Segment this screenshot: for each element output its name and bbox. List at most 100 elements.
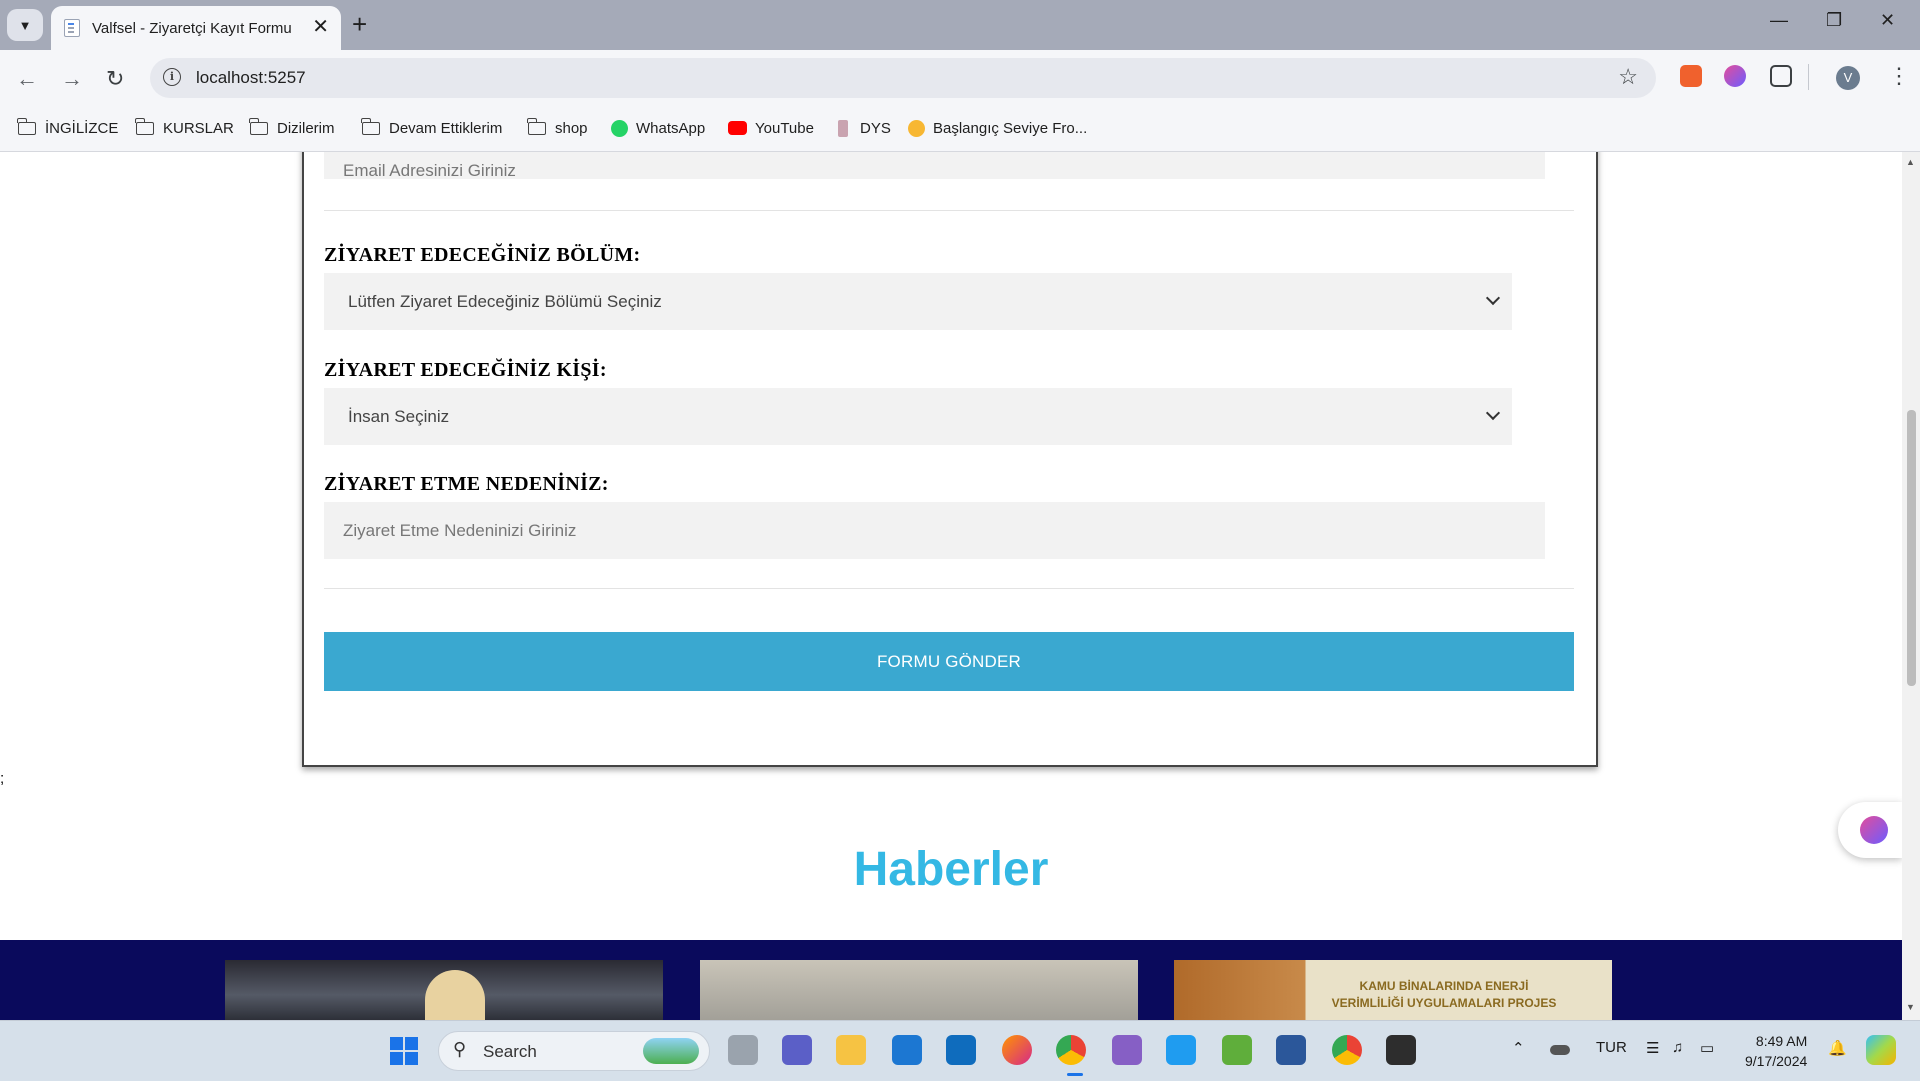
news-card-2[interactable] bbox=[700, 960, 1138, 1020]
bookmarks-bar: İNGİLİZCE KURSLAR Dizilerim Devam Ettikl… bbox=[0, 106, 1920, 152]
wifi-icon[interactable]: ☰ bbox=[1646, 1039, 1659, 1057]
close-window-icon[interactable]: ✕ bbox=[1880, 10, 1895, 31]
extension-orange-icon[interactable] bbox=[1680, 65, 1702, 87]
onedrive-icon[interactable] bbox=[1550, 1045, 1570, 1055]
file-explorer-icon[interactable] bbox=[836, 1035, 866, 1065]
folder-icon bbox=[361, 117, 380, 135]
volume-icon[interactable]: ♫ bbox=[1672, 1039, 1683, 1056]
bookmark-whatsapp[interactable]: WhatsApp bbox=[611, 116, 705, 140]
news-heading: Haberler bbox=[853, 843, 1049, 896]
system-clock[interactable]: 8:49 AM 9/17/2024 bbox=[1745, 1031, 1807, 1071]
visual-studio-icon[interactable] bbox=[1112, 1035, 1142, 1065]
terminal-icon[interactable] bbox=[1386, 1035, 1416, 1065]
word-icon[interactable] bbox=[1276, 1035, 1306, 1065]
teams-icon[interactable] bbox=[782, 1035, 812, 1065]
bookmark-shop[interactable]: shop bbox=[527, 116, 588, 140]
bookmark-dizilerim[interactable]: Dizilerim bbox=[249, 116, 335, 140]
mail-icon[interactable] bbox=[892, 1035, 922, 1065]
email-placeholder: Email Adresinizi Giriniz bbox=[343, 160, 516, 180]
browser-menu-icon[interactable]: ⋮ bbox=[1888, 63, 1910, 89]
browser-tabstrip: ▼ Valfsel - Ziyaretçi Kayıt Formu ✕ + — … bbox=[0, 0, 1920, 50]
bookmark-label: KURSLAR bbox=[163, 119, 234, 137]
reason-field[interactable]: Ziyaret Etme Nedeninizi Giriniz bbox=[324, 502, 1545, 559]
news-card-3-caption-line: VERİMLİLİĞİ UYGULAMALARI PROJES bbox=[1331, 996, 1557, 1010]
section-divider bbox=[324, 210, 1574, 211]
minimize-icon[interactable]: — bbox=[1770, 10, 1788, 31]
bookmark-label: WhatsApp bbox=[636, 119, 706, 137]
folder-icon bbox=[527, 117, 546, 135]
page-favicon-icon bbox=[64, 19, 80, 37]
snipping-tool-icon[interactable] bbox=[1222, 1035, 1252, 1065]
news-card-3[interactable]: KAMU BİNALARINDA ENERJİ VERİMLİLİĞİ UYGU… bbox=[1174, 960, 1612, 1020]
active-tab[interactable]: Valfsel - Ziyaretçi Kayıt Formu ✕ bbox=[51, 6, 341, 50]
news-card-1[interactable] bbox=[225, 960, 663, 1020]
news-card-1-image bbox=[425, 970, 485, 1020]
chevron-down-icon: ▼ bbox=[18, 17, 32, 33]
site-icon bbox=[908, 119, 925, 137]
department-select[interactable]: Lütfen Ziyaret Edeceğiniz Bölümü Seçiniz bbox=[324, 273, 1512, 330]
notification-bell-icon[interactable]: 🔔 bbox=[1828, 1039, 1847, 1057]
bookmark-kurslar[interactable]: KURSLAR bbox=[135, 116, 234, 140]
email-field[interactable]: Email Adresinizi Giriniz bbox=[324, 152, 1545, 180]
news-section: KAMU BİNALARINDA ENERJİ VERİMLİLİĞİ UYGU… bbox=[0, 940, 1902, 1020]
new-tab-button[interactable]: + bbox=[352, 10, 367, 38]
battery-icon[interactable]: ▭ bbox=[1700, 1039, 1714, 1057]
firefox-icon[interactable] bbox=[1002, 1035, 1032, 1065]
task-view-icon[interactable] bbox=[728, 1035, 758, 1065]
copilot-icon[interactable] bbox=[1866, 1035, 1896, 1065]
bookmark-dys[interactable]: DYS bbox=[836, 116, 891, 140]
language-indicator[interactable]: TUR bbox=[1596, 1039, 1627, 1056]
search-highlight-image bbox=[643, 1038, 699, 1064]
clock-time: 8:49 AM bbox=[1755, 1033, 1808, 1049]
clock-date: 9/17/2024 bbox=[1745, 1053, 1808, 1069]
scrollbar-thumb[interactable] bbox=[1907, 410, 1916, 686]
reason-label: ZİYARET ETME NEDENİNİZ: bbox=[324, 473, 609, 495]
active-app-indicator bbox=[1067, 1073, 1083, 1076]
windows-start-icon[interactable] bbox=[390, 1037, 418, 1065]
bookmark-ingilizce[interactable]: İNGİLİZCE bbox=[17, 116, 119, 140]
dys-icon bbox=[838, 119, 848, 137]
chat-widget-button[interactable] bbox=[1838, 802, 1902, 858]
bookmark-devam-ettiklerim[interactable]: Devam Ettiklerim bbox=[361, 116, 502, 140]
submit-form-button[interactable]: FORMU GÖNDER bbox=[324, 632, 1574, 691]
tray-overflow-icon[interactable]: ⌃ bbox=[1512, 1039, 1525, 1057]
extension-brain-icon[interactable] bbox=[1724, 65, 1746, 87]
person-select[interactable]: İnsan Seçiniz bbox=[324, 388, 1512, 445]
section-divider bbox=[324, 588, 1574, 589]
ai-brain-icon bbox=[1860, 816, 1888, 844]
outlook-icon[interactable] bbox=[946, 1035, 976, 1065]
profile-avatar[interactable]: V bbox=[1836, 66, 1860, 90]
person-label: ZİYARET EDECEĞİNİZ KİŞİ: bbox=[324, 359, 607, 381]
scroll-up-icon[interactable]: ▲ bbox=[1906, 157, 1915, 167]
restore-icon[interactable]: ❐ bbox=[1826, 10, 1842, 31]
scroll-down-icon[interactable]: ▼ bbox=[1906, 1002, 1915, 1012]
forward-icon[interactable]: → bbox=[61, 66, 83, 92]
folder-icon bbox=[249, 117, 268, 135]
tab-search-button[interactable]: ▼ bbox=[7, 9, 43, 41]
page-viewport: Email Adresinizi Giriniz ZİYARET EDECEĞİ… bbox=[0, 152, 1902, 1020]
page-scrollbar[interactable]: ▲ ▼ bbox=[1902, 152, 1920, 1020]
vscode-icon[interactable] bbox=[1166, 1035, 1196, 1065]
bookmark-baslangic-seviye[interactable]: Başlangıç Seviye Fro... bbox=[908, 116, 1087, 140]
bookmark-label: DYS bbox=[860, 119, 891, 137]
close-tab-icon[interactable]: ✕ bbox=[312, 17, 329, 37]
bookmark-label: YouTube bbox=[755, 119, 814, 137]
back-icon[interactable]: ← bbox=[16, 66, 38, 92]
bookmark-label: İNGİLİZCE bbox=[45, 119, 119, 137]
folder-icon bbox=[135, 117, 154, 135]
department-label: ZİYARET EDECEĞİNİZ BÖLÜM: bbox=[324, 244, 641, 266]
chrome-profile-icon[interactable] bbox=[1332, 1035, 1362, 1065]
news-card-3-caption: KAMU BİNALARINDA ENERJİ VERİMLİLİĞİ UYGU… bbox=[1324, 978, 1564, 1012]
bookmark-star-icon[interactable]: ☆ bbox=[1618, 64, 1638, 90]
chrome-icon[interactable] bbox=[1056, 1035, 1086, 1065]
site-info-icon[interactable]: i bbox=[163, 68, 181, 86]
taskbar-search[interactable]: ⚲ Search bbox=[438, 1031, 710, 1071]
folder-icon bbox=[17, 117, 36, 135]
browser-toolbar: ← → ↻ i localhost:5257 ☆ bbox=[0, 50, 1920, 106]
extensions-puzzle-icon[interactable] bbox=[1770, 65, 1792, 87]
address-bar[interactable]: i localhost:5257 ☆ bbox=[150, 58, 1656, 98]
chevron-down-icon bbox=[1485, 290, 1501, 306]
url-text[interactable]: localhost:5257 bbox=[196, 68, 306, 88]
bookmark-youtube[interactable]: YouTube bbox=[728, 116, 814, 140]
reload-icon[interactable]: ↻ bbox=[106, 66, 124, 92]
